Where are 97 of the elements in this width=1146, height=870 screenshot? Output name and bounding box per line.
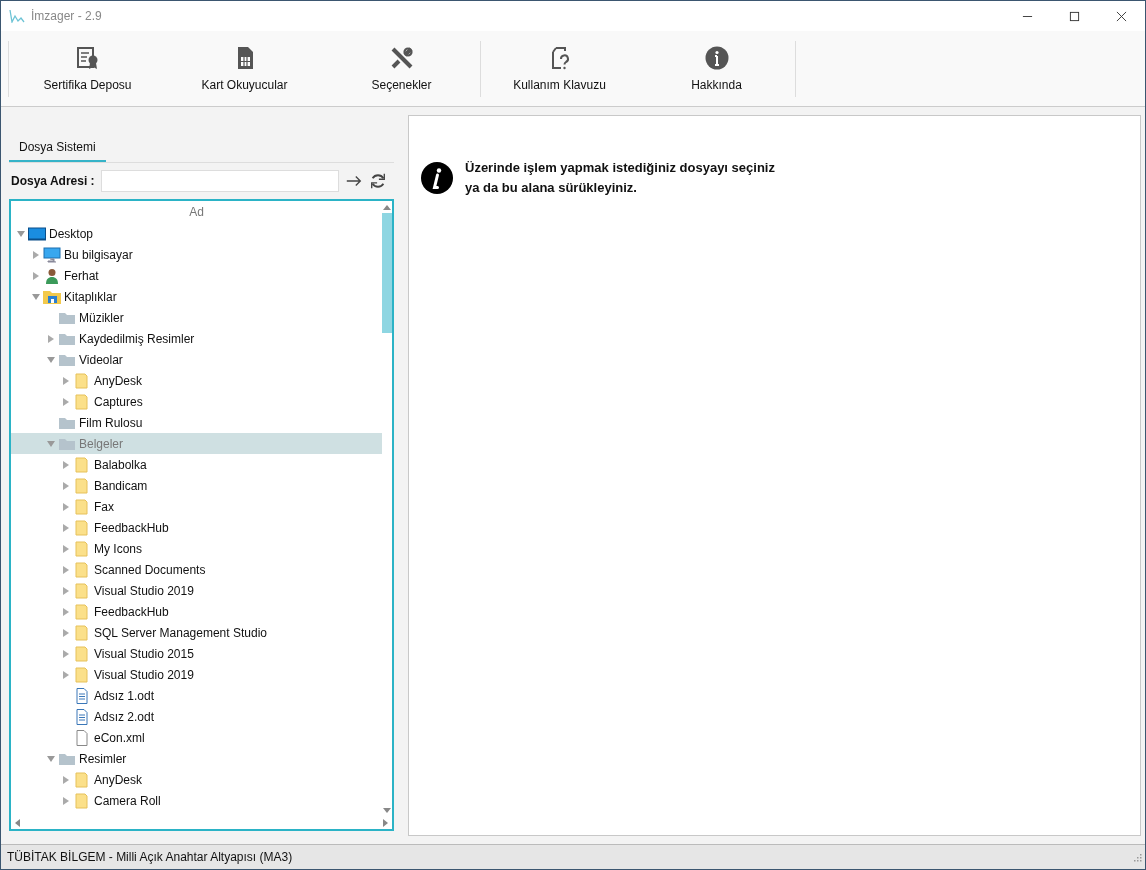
monitor-icon [43,246,61,263]
expander-arrow-icon[interactable] [61,627,71,638]
toolbar-button[interactable]: Sertifika Deposu [9,35,166,102]
expander-arrow-icon[interactable] [61,648,71,659]
drop-area[interactable]: Üzerinde işlem yapmak istediğiniz dosyayı seçiniz ya da bu alana sürükleyiniz. [408,115,1141,836]
tree-item[interactable]: eCon.xml [11,727,382,748]
document-icon [73,687,91,704]
folder-icon [73,498,91,515]
folder-icon [73,603,91,620]
folder-icon [73,456,91,473]
app-logo-icon [9,9,25,23]
expander-arrow-icon[interactable] [31,291,41,302]
file-icon [73,729,91,746]
tree-item[interactable]: Captures [11,391,382,412]
tree-item[interactable]: Scanned Documents [11,559,382,580]
toolbar-button[interactable]: Hakkında [638,35,795,102]
expander-arrow-icon[interactable] [61,543,71,554]
tree-item[interactable]: SQL Server Management Studio [11,622,382,643]
info-icon [421,162,453,194]
tree-item[interactable]: Film Rulosu [11,412,382,433]
info-icon [704,45,729,70]
folder-icon [73,666,91,683]
expander-arrow-icon[interactable] [61,396,71,407]
monitor-icon [28,225,46,242]
toolbar-button[interactable]: Seçenekler [323,35,480,102]
scrollbar-thumb[interactable] [382,213,392,333]
tree-item[interactable]: Balabolka [11,454,382,475]
refresh-icon[interactable] [368,172,387,190]
tools-icon [389,45,414,70]
expander-arrow-icon[interactable] [61,375,71,386]
tree-item[interactable]: Fax [11,496,382,517]
toolbar-button[interactable]: Kullanım Klavuzu [481,35,638,102]
tree-item[interactable]: Bu bilgisayar [11,244,382,265]
column-header[interactable]: Ad [11,201,382,223]
folder-icon [73,519,91,536]
expander-arrow-icon[interactable] [46,753,56,764]
expander-arrow-icon[interactable] [61,585,71,596]
status-text: TÜBİTAK BİLGEM - Milli Açık Anahtar Altyapısı (MA3) [7,850,293,864]
expander-arrow-icon[interactable] [61,564,71,575]
tree-item[interactable]: My Icons [11,538,382,559]
expander-arrow-icon[interactable] [61,606,71,617]
expander-arrow-icon[interactable] [46,354,56,365]
window-title: İmzager - 2.9 [31,9,102,23]
resize-grip-icon[interactable] [1132,852,1142,862]
expander-arrow-icon[interactable] [61,480,71,491]
tree-item[interactable]: Visual Studio 2019 [11,664,382,685]
expander-arrow-icon[interactable] [46,438,56,449]
scroll-right-arrow-icon[interactable] [383,819,389,827]
tree-item[interactable]: Müzikler [11,307,382,328]
tree-item[interactable]: Adsız 1.odt [11,685,382,706]
tree-item[interactable]: Kaydedilmiş Resimler [11,328,382,349]
scroll-left-arrow-icon[interactable] [14,819,20,827]
tree-item[interactable]: Bandicam [11,475,382,496]
tree-item[interactable]: AnyDesk [11,769,382,790]
tree-item[interactable]: Visual Studio 2019 [11,580,382,601]
tree-item[interactable]: Visual Studio 2015 [11,643,382,664]
folder-icon [73,393,91,410]
certificate-icon [75,45,100,70]
expander-arrow-icon[interactable] [61,459,71,470]
folder-icon [73,372,91,389]
tree-item[interactable]: Resimler [11,748,382,769]
folder-icon [73,771,91,788]
tree-item[interactable]: Videolar [11,349,382,370]
toolbar-button[interactable]: Kart Okuyucular [166,35,323,102]
expander-arrow-icon[interactable] [16,228,26,239]
folder-icon [73,540,91,557]
expander-arrow-icon[interactable] [61,501,71,512]
folder-icon [73,582,91,599]
instruction-text: Üzerinde işlem yapmak istediğiniz dosyayı seçiniz ya da bu alana sürükleyiniz. [465,159,775,197]
expander-arrow-icon[interactable] [31,270,41,281]
tree-item[interactable]: FeedbackHub [11,601,382,622]
folder-icon [73,792,91,809]
expander-arrow-icon[interactable] [46,333,56,344]
tree-item[interactable]: Kitaplıklar [11,286,382,307]
folder-icon [73,477,91,494]
tree-item[interactable]: Ferhat [11,265,382,286]
expander-arrow-icon[interactable] [61,774,71,785]
person-icon [43,267,61,284]
address-label: Dosya Adresi : [11,174,95,188]
tree-item[interactable]: Camera Roll [11,790,382,811]
tree-item[interactable]: Desktop [11,223,382,244]
tree-item[interactable]: AnyDesk [11,370,382,391]
library-folder-icon [43,288,61,305]
folder-icon [73,624,91,641]
expander-arrow-icon[interactable] [31,249,41,260]
folder-icon [73,645,91,662]
folder-icon [73,561,91,578]
scroll-down-arrow-icon[interactable] [383,808,391,814]
expander-arrow-icon[interactable] [61,795,71,806]
scroll-up-arrow-icon[interactable] [383,204,391,210]
document-icon [73,708,91,725]
tree-item[interactable]: FeedbackHub [11,517,382,538]
address-field[interactable] [100,170,339,192]
expander-arrow-icon[interactable] [61,669,71,680]
tab[interactable]: Dosya Sistemi [9,136,106,162]
expander-arrow-icon[interactable] [61,522,71,533]
tree-item[interactable]: Adsız 2.odt [11,706,382,727]
